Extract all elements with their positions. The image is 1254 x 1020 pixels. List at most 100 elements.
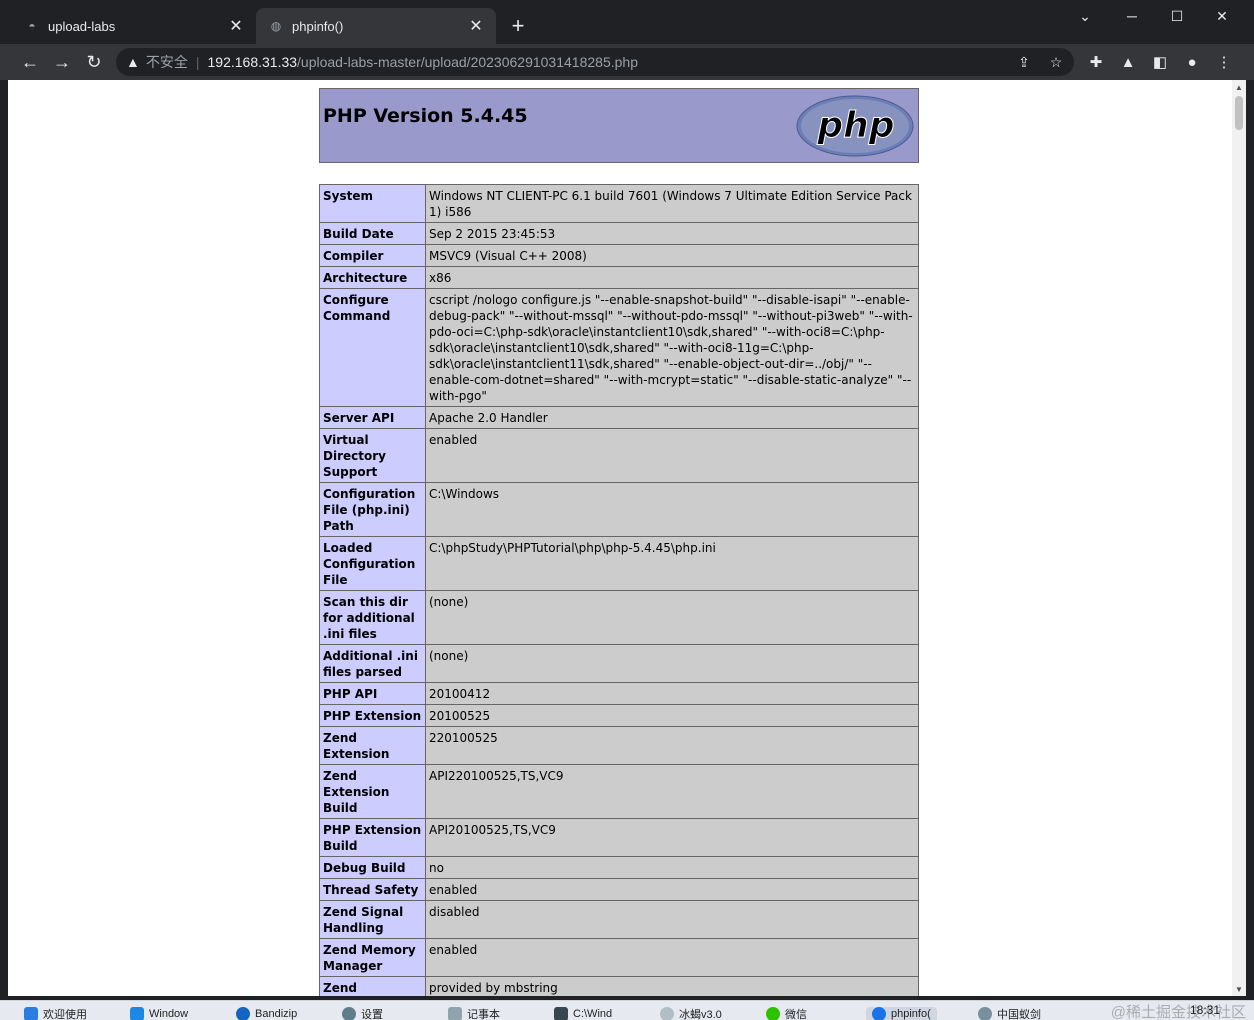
row-value: enabled bbox=[425, 938, 919, 977]
table-row: Loaded Configuration File C:\phpStudy\PHP… bbox=[319, 536, 919, 591]
table-row: Zend Extension Build API220100525,TS,VC9 bbox=[319, 764, 919, 819]
taskbar-item[interactable]: 设置 bbox=[342, 1007, 383, 1020]
profile-icon[interactable]: ● bbox=[1180, 50, 1204, 74]
forward-button[interactable]: → bbox=[48, 48, 76, 76]
table-row: Build Date Sep 2 2015 23:45:53 bbox=[319, 222, 919, 245]
table-row: Zend Extension 220100525 bbox=[319, 726, 919, 765]
vertical-scrollbar[interactable]: ▲ ▼ bbox=[1232, 80, 1246, 996]
taskbar-item[interactable]: Window bbox=[130, 1007, 188, 1020]
taskbar-item[interactable]: 微信 bbox=[766, 1007, 807, 1020]
scroll-down-icon[interactable]: ▼ bbox=[1232, 982, 1246, 996]
star-icon[interactable]: ☆ bbox=[1046, 52, 1066, 72]
row-value: (none) bbox=[425, 590, 919, 645]
logo-text: php bbox=[816, 105, 894, 146]
row-key: System bbox=[319, 184, 426, 223]
close-window-button[interactable]: ✕ bbox=[1200, 4, 1244, 28]
globe-icon: ◍ bbox=[270, 19, 282, 33]
row-key: PHP Extension Build bbox=[319, 818, 426, 857]
app-icon bbox=[130, 1007, 144, 1020]
side-panel-icon[interactable]: ◧ bbox=[1148, 50, 1172, 74]
phpinfo-page: PHP Version 5.4.45 php System Windows NT … bbox=[319, 88, 919, 996]
close-icon[interactable]: ✕ bbox=[468, 18, 484, 35]
security-label: 不安全 bbox=[145, 54, 188, 70]
app-icon bbox=[660, 1007, 674, 1020]
app-icon bbox=[236, 1007, 250, 1020]
back-button[interactable]: ← bbox=[16, 48, 44, 76]
tab-title: phpinfo() bbox=[292, 18, 344, 34]
row-value: provided by mbstring bbox=[425, 976, 919, 996]
minimize-button[interactable]: ─ bbox=[1110, 4, 1154, 28]
row-key: Configuration File (php.ini) Path bbox=[319, 482, 426, 537]
row-key: PHP API bbox=[319, 682, 426, 705]
php-logo-icon[interactable]: php bbox=[796, 95, 914, 157]
table-row: Scan this dir for additional .ini files(… bbox=[319, 590, 919, 645]
taskbar-item-active[interactable]: phpinfo( bbox=[866, 1007, 937, 1020]
terminal-icon bbox=[554, 1007, 568, 1020]
app-icon bbox=[24, 1007, 38, 1020]
close-icon[interactable]: ✕ bbox=[228, 18, 244, 35]
row-value: no bbox=[425, 856, 919, 879]
table-row: Zend Signal Handling disabled bbox=[319, 900, 919, 939]
table-row: Configure Command cscript /nologo configu… bbox=[319, 288, 919, 407]
row-value: MSVC9 (Visual C++ 2008) bbox=[425, 244, 919, 267]
flask-icon[interactable]: ▲ bbox=[1116, 50, 1140, 74]
table-row: Configuration File (php.ini) Path C:\Wind… bbox=[319, 482, 919, 537]
tab-phpinfo[interactable]: ◍ phpinfo() ✕ bbox=[256, 8, 496, 44]
row-key: Zend Memory Manager bbox=[319, 938, 426, 977]
row-value: 20100525 bbox=[425, 704, 919, 727]
url-path: /upload-labs-master/upload/2023062910314… bbox=[297, 54, 638, 70]
row-key: Additional .ini files parsed bbox=[319, 644, 426, 683]
taskbar-item[interactable]: Bandizip bbox=[236, 1007, 297, 1020]
tab-title: upload-labs bbox=[48, 18, 116, 34]
phpinfo-table: System Windows NT CLIENT-PC 6.1 build 760… bbox=[319, 184, 919, 996]
table-row: Thread Safety enabled bbox=[319, 878, 919, 901]
taskbar-label: Bandizip bbox=[255, 1008, 298, 1020]
row-key: Debug Build bbox=[319, 856, 426, 879]
row-value: C:\phpStudy\PHPTutorial\php\php-5.4.45\p… bbox=[425, 536, 919, 591]
row-value: x86 bbox=[425, 266, 919, 289]
row-value: 20100412 bbox=[425, 682, 919, 705]
row-key: Scan this dir for additional .ini files bbox=[319, 590, 426, 645]
tab-search-button[interactable]: ⌄ bbox=[1063, 4, 1107, 28]
table-row: Additional .ini files parsed (none) bbox=[319, 644, 919, 683]
share-icon[interactable]: ⇪ bbox=[1014, 52, 1034, 72]
row-key: Zend Extension bbox=[319, 726, 426, 765]
row-key: Architecture bbox=[319, 266, 426, 289]
warning-icon: ▲ bbox=[126, 54, 140, 70]
app-icon bbox=[978, 1007, 992, 1020]
maximize-button[interactable]: ☐ bbox=[1155, 4, 1199, 28]
row-value: (none) bbox=[425, 644, 919, 683]
taskbar-item[interactable]: 记事本 bbox=[448, 1007, 500, 1020]
table-row: PHP API 20100412 bbox=[319, 682, 919, 705]
new-tab-button[interactable]: + bbox=[504, 12, 532, 40]
taskbar-item[interactable]: C:\Wind bbox=[554, 1007, 612, 1020]
tab-upload-labs[interactable]: ◓ upload-labs ✕ bbox=[12, 8, 256, 44]
taskbar-label: phpinfo( bbox=[891, 1008, 931, 1020]
taskbar-label: Window bbox=[149, 1008, 189, 1020]
chrome-icon bbox=[872, 1007, 886, 1020]
clock: 18:31 bbox=[1189, 1003, 1220, 1017]
row-value: cscript /nologo configure.js "--enable-s… bbox=[425, 288, 919, 407]
row-key: Zend Extension Build bbox=[319, 764, 426, 819]
row-value: Apache 2.0 Handler bbox=[425, 406, 919, 429]
taskbar-label: 微信 bbox=[785, 1009, 807, 1020]
scroll-up-icon[interactable]: ▲ bbox=[1232, 80, 1246, 94]
taskbar-item[interactable]: 冰蝎v3.0 bbox=[660, 1007, 722, 1020]
address-bar[interactable]: ▲ 不安全 | 192.168.31.33 /upload-labs-maste… bbox=[116, 48, 1074, 76]
menu-icon[interactable]: ⋮ bbox=[1212, 50, 1236, 74]
table-row: PHP Extension 20100525 bbox=[319, 704, 919, 727]
reload-button[interactable]: ↻ bbox=[80, 48, 108, 76]
table-row: Compiler MSVC9 (Visual C++ 2008) bbox=[319, 244, 919, 267]
row-value: API20100525,TS,VC9 bbox=[425, 818, 919, 857]
taskbar-item[interactable]: 欢迎使用 bbox=[24, 1007, 87, 1020]
extensions-icon[interactable]: ✚ bbox=[1084, 50, 1108, 74]
row-value: Sep 2 2015 23:45:53 bbox=[425, 222, 919, 245]
watermark: @稀土掘金技术社区 bbox=[1110, 1004, 1246, 1020]
tab-strip: ◓ upload-labs ✕ ◍ phpinfo() ✕ + ⌄ ─ ☐ ✕ bbox=[0, 0, 1254, 44]
row-key: Compiler bbox=[319, 244, 426, 267]
scroll-thumb[interactable] bbox=[1235, 96, 1243, 130]
taskbar-item[interactable]: 中国蚁剑 bbox=[978, 1007, 1041, 1020]
row-key: Zend Signal Handling bbox=[319, 900, 426, 939]
row-key: Zend Multibyte Support bbox=[319, 976, 426, 996]
row-value: enabled bbox=[425, 428, 919, 483]
